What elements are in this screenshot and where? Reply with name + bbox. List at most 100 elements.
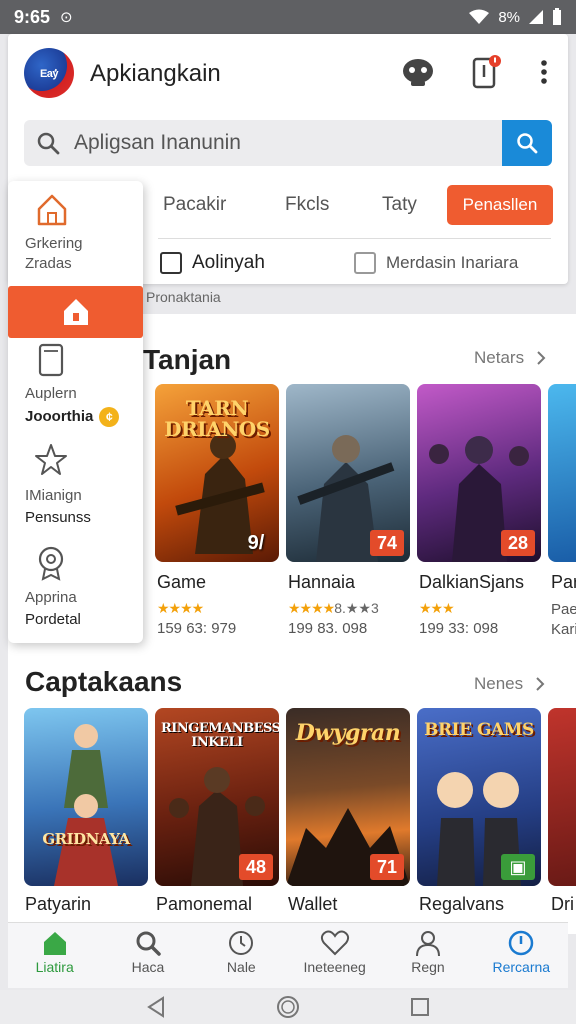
drawer-label: IMianign (25, 487, 82, 504)
drawer-sublabel: Pordetal (25, 611, 81, 628)
nav-item-haca[interactable]: Haca (101, 923, 194, 988)
coin-icon: ¢ (99, 407, 120, 427)
nav-item-regn[interactable]: Regn (381, 923, 474, 988)
signal-icon (529, 10, 543, 24)
rating-badge: 48 (239, 854, 273, 880)
more-label: Netars (474, 348, 525, 367)
game-name: Hannaia (288, 572, 356, 592)
heart-icon (320, 930, 349, 956)
home-icon (43, 932, 66, 955)
checkbox-box[interactable] (354, 252, 376, 274)
game-card-dalkiansjans[interactable]: 28 (417, 384, 541, 562)
device-alert-icon[interactable] (468, 54, 504, 90)
person-icon (415, 931, 440, 957)
game-card-partial[interactable] (548, 384, 576, 562)
section-title: Tanjan (143, 344, 232, 375)
drawer-item-apprina[interactable]: Apprina Pordetal (8, 545, 143, 635)
search-input[interactable]: Apligsan Inanunin (24, 120, 502, 166)
clock-icon (229, 931, 254, 955)
nav-label: Nale (226, 959, 256, 975)
chevron-right-icon (537, 351, 546, 365)
game-meta: 199 33: 098 (419, 620, 499, 637)
drawer-sublabel: Jooorthia ¢ (25, 407, 120, 427)
rating-badge: 74 (370, 530, 404, 556)
stars-extra: 8.★★3 (334, 600, 379, 616)
nav-item-ineteeneg[interactable]: Ineteeneg (288, 923, 381, 988)
back-icon[interactable] (146, 996, 166, 1018)
game-name: Patyarin (25, 894, 92, 914)
game-name: Pamonemal (156, 894, 253, 914)
nav-item-liatira[interactable]: Liatira (8, 923, 101, 988)
search-icon (136, 931, 161, 956)
rating-stars: ★★★ (419, 600, 455, 617)
game-name: DalkianSjans (419, 572, 525, 592)
notification-icon: ⊙ (60, 9, 73, 26)
checkbox-aolinyah[interactable]: Aolinyah (160, 252, 265, 274)
timer-icon (509, 930, 534, 956)
checkbox-merdasin[interactable]: Merdasin Inariara (354, 252, 518, 274)
app-logo[interactable]: Eaۢy (24, 48, 74, 98)
drawer-item-grkering[interactable]: Grkering Zradas (8, 191, 143, 281)
section-more-link[interactable]: Netars (474, 348, 546, 368)
stars-text: ★★★★ (288, 600, 335, 616)
game-art-title: RINGEMANBESSE INKELI (161, 721, 279, 750)
section-more-link[interactable]: Nenes (474, 674, 545, 694)
game-name: Par (551, 572, 576, 592)
star-outline-icon (35, 444, 67, 475)
drawer-label: Auplern (25, 385, 77, 402)
game-art-title: BRIE GAMS (424, 720, 534, 740)
nav-label: Liatira (35, 959, 74, 975)
search-placeholder: Apligsan Inanunin (74, 131, 241, 154)
app-title: Apkiangkain (90, 60, 221, 87)
nav-label: Ineteeneg (303, 959, 366, 975)
side-drawer: Grkering Zradas Auplern Jooorthia ¢ IMian… (8, 181, 143, 643)
drawer-item-imianign[interactable]: IMianign Pensunss (8, 443, 143, 533)
search-button[interactable] (502, 120, 552, 166)
nav-label: Rercarna (492, 959, 551, 975)
tab-taty[interactable]: Taty (382, 194, 417, 216)
game-art-title: TARN DRIANOS (164, 396, 270, 441)
game-meta: Pae Kari (551, 601, 576, 638)
drawer-label: Apprina (25, 589, 77, 606)
stars-text: ★★★★ (157, 600, 204, 616)
home-outline-icon (37, 194, 67, 226)
tab-fkcls[interactable]: Fkcls (285, 194, 329, 216)
rating-stars: ★★★★ (157, 600, 204, 617)
drawer-item-home-active[interactable] (8, 286, 143, 338)
rating-stars: ★★★★8.★★3 (288, 600, 379, 617)
drawer-label: Grkering (25, 235, 83, 252)
game-card-partial[interactable] (548, 708, 576, 886)
game-meta: 159 63: 979 (157, 620, 237, 637)
filter-caption: Pronaktania (146, 289, 221, 305)
game-card-hannaia[interactable]: 74 (286, 384, 410, 562)
game-card-patyarin[interactable]: GRIDNAYA (24, 708, 148, 886)
more-label: Nenes (474, 674, 524, 693)
more-vert-icon[interactable] (526, 54, 562, 90)
chat-bot-icon[interactable] (400, 54, 436, 90)
tab-penasllen[interactable]: Penasllen (447, 185, 553, 225)
recents-icon[interactable] (410, 997, 430, 1017)
tab-pacakir[interactable]: Pacakir (163, 194, 226, 216)
game-card-wallet[interactable]: Dwygran 71 (286, 708, 410, 886)
game-card-regalvans[interactable]: BRIE GAMS ▣ (417, 708, 541, 886)
game-card-game[interactable]: TARN DRIANOS 9/ (155, 384, 279, 562)
game-card-pamonemal[interactable]: RINGEMANBESSE INKELI 48 (155, 708, 279, 886)
home-circle-icon[interactable] (276, 995, 300, 1019)
checkbox-box[interactable] (160, 252, 182, 274)
game-name: Wallet (288, 894, 338, 914)
drawer-item-auplern[interactable]: Auplern Jooorthia ¢ (8, 343, 143, 433)
nav-item-rercarna[interactable]: Rercarna (475, 923, 568, 988)
nav-label: Regn (411, 959, 445, 975)
nav-item-nale[interactable]: Nale (195, 923, 288, 988)
battery-icon (553, 8, 561, 25)
section-title: Captakaans (25, 666, 183, 697)
game-art-title: GRIDNAYA (42, 830, 130, 848)
checkbox-label: Aolinyah (192, 252, 265, 273)
status-time: 9:65 (14, 6, 51, 27)
rating-badge: 28 (501, 530, 535, 556)
checkbox-label: Merdasin Inariara (386, 253, 519, 272)
drawer-sublabel: Zradas (25, 255, 72, 272)
game-name: Regalvans (419, 894, 505, 914)
game-art-title: Dwygran (295, 720, 401, 746)
battery-percent: 8% (498, 8, 520, 26)
